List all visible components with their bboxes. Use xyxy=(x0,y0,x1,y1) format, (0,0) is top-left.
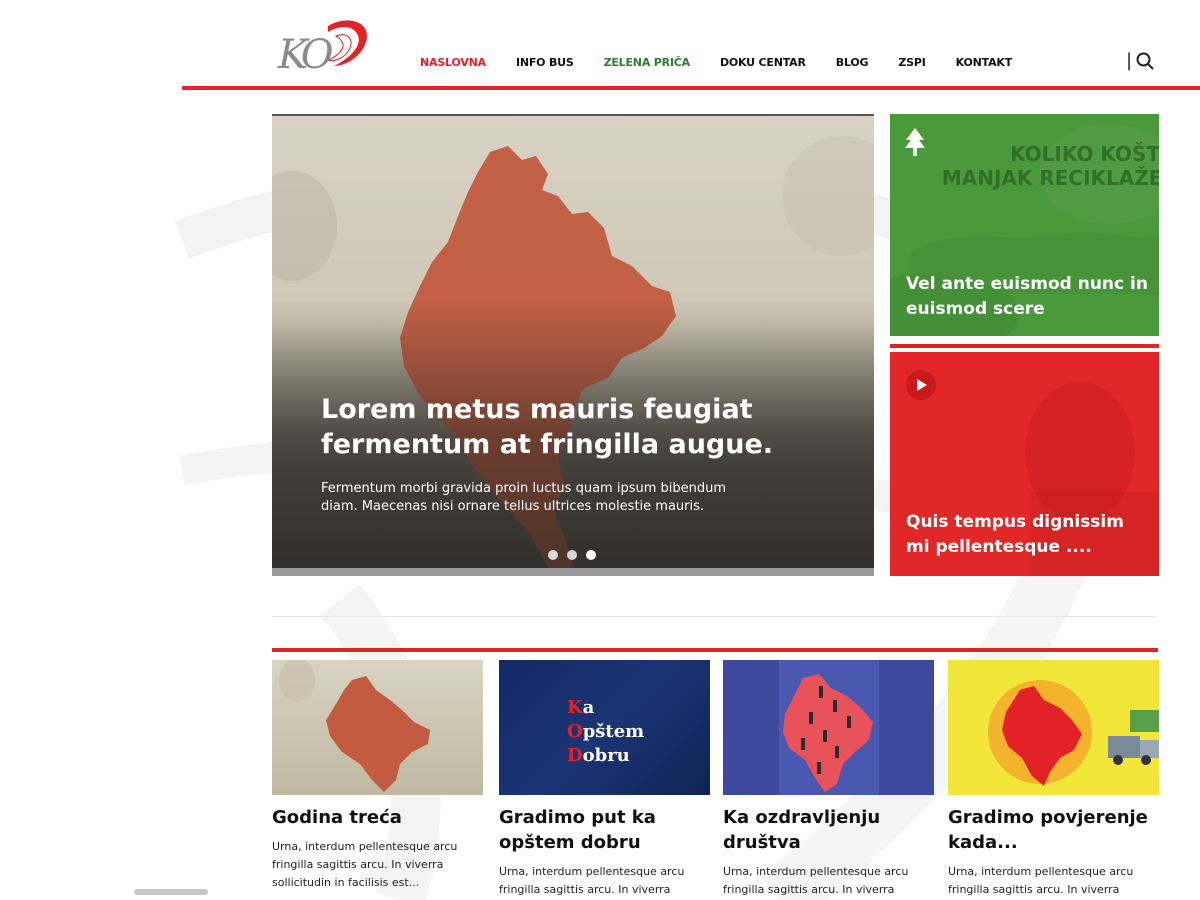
news-card-title[interactable]: Gradimo povjerenje kada... xyxy=(948,805,1159,855)
nav-zelena-prica[interactable]: ZELENA PRIČA xyxy=(604,56,691,69)
section-divider xyxy=(272,616,1156,617)
news-card-image[interactable] xyxy=(272,660,483,795)
map-people-illustration xyxy=(779,660,879,795)
main-navigation: NASLOVNA INFO BUS ZELENA PRIČA DOKU CENT… xyxy=(420,56,1042,69)
news-card-title[interactable]: Gradimo put ka opštem dobru xyxy=(499,805,710,855)
slider-pagination xyxy=(548,550,596,560)
nav-blog[interactable]: BLOG xyxy=(836,56,869,69)
slider-dot-3[interactable] xyxy=(586,550,596,560)
news-card[interactable]: Ka ozdravljenju društva Urna, interdum p… xyxy=(723,660,934,899)
news-card-image[interactable] xyxy=(723,660,934,795)
news-card-title[interactable]: Godina treća xyxy=(272,805,483,830)
news-card-excerpt: Urna, interdum pellentesque arcu fringil… xyxy=(948,865,1134,896)
play-icon[interactable] xyxy=(906,370,936,400)
news-card-image[interactable] xyxy=(948,660,1159,795)
hero-title[interactable]: Lorem metus mauris feugiat fermentum at … xyxy=(321,392,791,462)
nav-info-bus[interactable]: INFO BUS xyxy=(516,56,574,69)
news-section-line xyxy=(272,648,1158,652)
scroll-indicator[interactable] xyxy=(134,889,208,895)
news-card-excerpt: Urna, interdum pellentesque arcu fringil… xyxy=(723,865,909,896)
nav-zspi[interactable]: ZSPI xyxy=(898,56,925,69)
side-card-green[interactable]: KOLIKO KOŠTA MANJAK RECIKLAŽE? Vel ante … xyxy=(890,114,1159,336)
search-icon[interactable] xyxy=(1136,52,1154,70)
side-card-green-title: Vel ante euismod nunc in euismod scere xyxy=(906,274,1148,319)
news-card-excerpt: Urna, interdum pellentesque arcu fringil… xyxy=(272,840,458,889)
slider-dot-1[interactable] xyxy=(548,550,558,560)
side-card-red-title: Quis tempus dignissim mi pellentesque ..… xyxy=(906,512,1124,557)
news-card-title[interactable]: Ka ozdravljenju društva xyxy=(723,805,934,855)
hero-slider[interactable]: Lorem metus mauris feugiat fermentum at … xyxy=(272,114,874,576)
slider-dot-2[interactable] xyxy=(567,550,577,560)
news-card[interactable]: Gradimo povjerenje kada... Urna, interdu… xyxy=(948,660,1159,899)
svg-text:KO: KO xyxy=(277,32,333,76)
news-card[interactable]: Ka Opštem Dobru Gradimo put ka opštem do… xyxy=(499,660,710,899)
search-separator: | xyxy=(1126,50,1133,71)
nav-kontakt[interactable]: KONTAKT xyxy=(956,56,1013,69)
header-divider xyxy=(182,86,1200,90)
side-card-red[interactable]: Quis tempus dignissim mi pellentesque ..… xyxy=(890,352,1159,576)
side-card-red-divider xyxy=(890,344,1159,348)
kod-logo-text: Ka Opštem Dobru xyxy=(567,697,645,766)
nav-doku-centar[interactable]: DOKU CENTAR xyxy=(720,56,806,69)
map-trucks-illustration xyxy=(988,680,1159,786)
hero-description: Fermentum morbi gravida proin luctus qua… xyxy=(321,481,727,514)
map-illustration xyxy=(279,660,430,792)
news-card[interactable]: Godina treća Urna, interdum pellentesque… xyxy=(272,660,483,892)
side-card-green-headline: KOLIKO KOŠTA MANJAK RECIKLAŽE? xyxy=(941,142,1159,190)
hero-bottom-bar xyxy=(272,568,874,576)
search-toggle[interactable]: | xyxy=(1126,50,1154,71)
tree-icon xyxy=(905,128,925,156)
news-card-image[interactable]: Ka Opštem Dobru xyxy=(499,660,710,795)
nav-naslovna[interactable]: NASLOVNA xyxy=(420,56,486,69)
news-card-excerpt: Urna, interdum pellentesque arcu fringil… xyxy=(499,865,685,896)
site-logo[interactable]: KO xyxy=(276,16,372,78)
